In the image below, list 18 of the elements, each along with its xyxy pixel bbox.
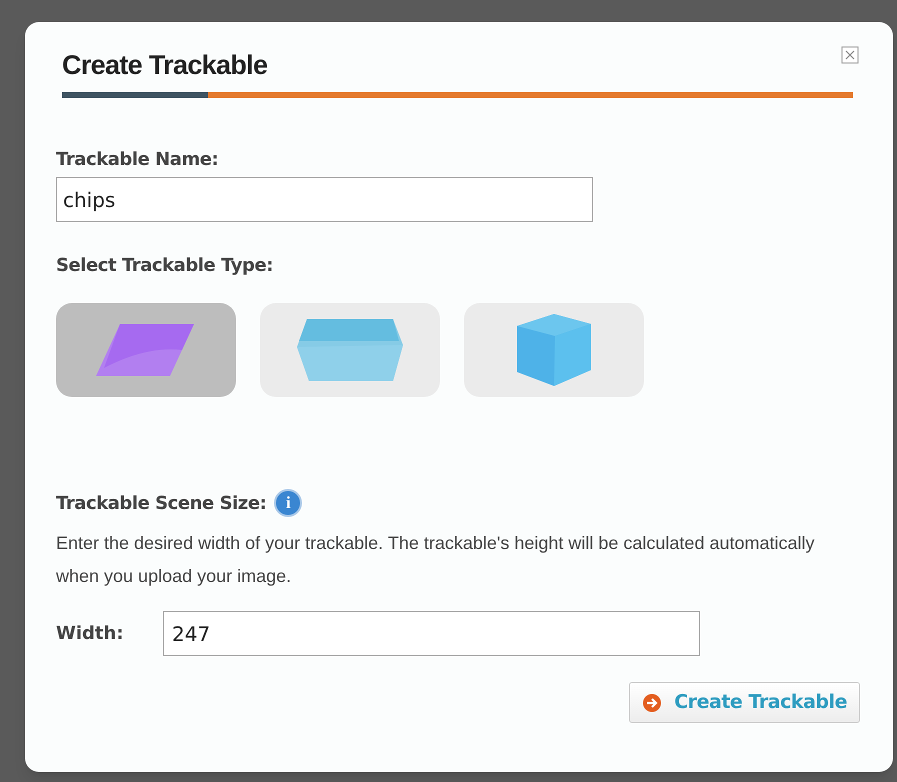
description-text: Enter the desired width of your trackable. The trackable's height will be calculated automatically when you upload your image. xyxy=(56,532,816,588)
trackable-type-option[interactable] xyxy=(260,303,440,397)
parallelogram-icon xyxy=(96,322,196,378)
close-button[interactable] xyxy=(841,46,859,64)
box-icon xyxy=(295,317,405,383)
field-label: Trackable Scene Size: xyxy=(56,492,266,516)
close-icon xyxy=(841,46,859,64)
name-input-field[interactable]: chips xyxy=(56,177,593,222)
arrow-circle-icon xyxy=(642,692,662,712)
cube-icon xyxy=(515,312,593,388)
width-input-field[interactable]: 247 xyxy=(163,611,700,656)
info-icon[interactable]: i xyxy=(274,489,302,517)
field-label: Select Trackable Type: xyxy=(56,254,274,278)
trackable-type-option[interactable] xyxy=(464,303,644,397)
field-label: Trackable Name: xyxy=(56,148,220,172)
dialog-title: Create Trackable xyxy=(62,49,268,82)
trackable-type-option[interactable] xyxy=(56,303,236,397)
field-label: Width: xyxy=(56,622,125,646)
